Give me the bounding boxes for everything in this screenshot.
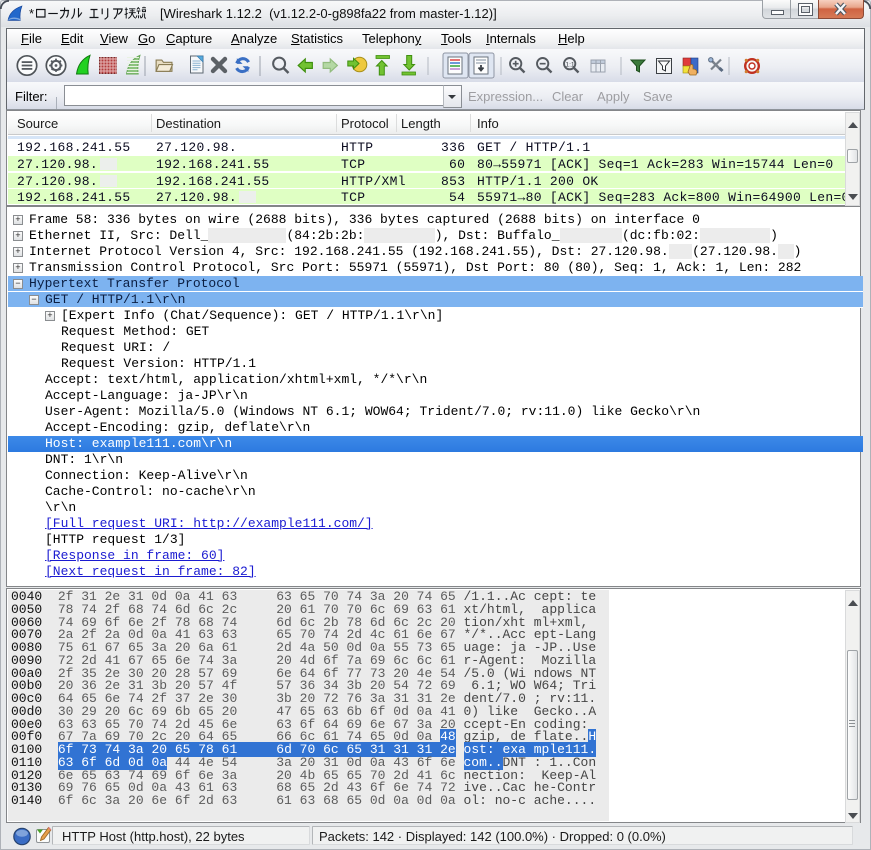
svg-text:1:1: 1:1: [565, 62, 574, 69]
